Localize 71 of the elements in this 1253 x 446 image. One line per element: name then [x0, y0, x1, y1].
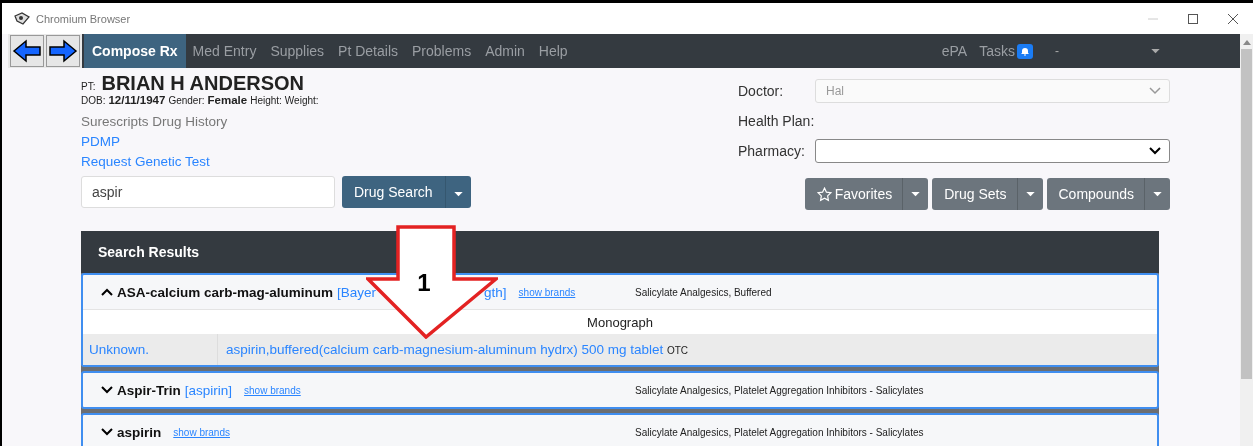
drug-name[interactable]: aspirin [117, 424, 162, 440]
doctor-select[interactable]: Hal [815, 79, 1170, 103]
caret-icon [453, 192, 463, 197]
dropdown-button[interactable] [444, 176, 471, 208]
chevron-up-icon[interactable] [101, 288, 113, 296]
brand-text[interactable]: [Bayer [337, 284, 377, 300]
height-label: Height: [250, 95, 282, 106]
health-plan-label: Health Plan: [738, 113, 815, 129]
status-cell[interactable]: Unknown. [83, 334, 218, 365]
app-icon [14, 11, 30, 26]
window-title: Chromium Browser [36, 12, 131, 25]
chevron-down-icon [1149, 87, 1161, 95]
chevron-down-icon[interactable] [101, 428, 113, 436]
menu-button[interactable]: Drug Sets [932, 178, 1017, 210]
chevron-down-icon [1149, 147, 1161, 155]
otc-tag: OTC [666, 345, 689, 356]
dob-value: 12/11/1947 [108, 94, 166, 106]
gender-label: Gender: [168, 95, 205, 106]
nav-tab[interactable]: Pt Details [331, 34, 405, 68]
drug-class: Salicylate Analgesics, Buffered [635, 286, 772, 298]
user-name: - [1055, 44, 1059, 58]
drug-name[interactable]: ASA-calcium carb-mag-aluminum [117, 284, 334, 300]
dropdown-button[interactable] [1144, 178, 1170, 210]
show-brands-link[interactable]: show brands [173, 426, 230, 438]
search-field[interactable]: aspir [81, 176, 335, 208]
gender-value: Female [207, 94, 248, 106]
menu-button[interactable]: Compounds [1046, 178, 1144, 210]
caret-icon [911, 191, 921, 197]
star-icon [816, 186, 832, 202]
dob-label: DOB: [81, 95, 106, 106]
nav-tab[interactable]: Problems [405, 34, 479, 68]
nav-tab[interactable]: Help [531, 34, 575, 68]
caret-icon [1025, 191, 1035, 197]
patient-name: BRIAN H ANDERSON [101, 72, 305, 95]
caret-icon [1153, 191, 1162, 197]
patient-link[interactable]: PDMP [81, 132, 471, 152]
scroll-up-icon[interactable] [1242, 40, 1251, 45]
nav-tab[interactable]: Compose Rx [84, 34, 186, 68]
show-brands-link[interactable]: show brands [518, 286, 576, 298]
back-button[interactable] [10, 35, 44, 67]
doctor-label: Doctor: [738, 83, 785, 99]
dropdown-button[interactable] [1016, 178, 1043, 210]
pt-label: PT: [81, 81, 96, 92]
pharmacy-label: Pharmacy: [738, 143, 806, 159]
drug-class: Salicylate Analgesics, Platelet Aggregation Inhibitors - Salicylates [635, 384, 924, 396]
monograph-link[interactable]: Monograph [587, 314, 653, 330]
weight-label: Weight: [284, 95, 319, 106]
tasks-link[interactable]: Tasks [973, 43, 1021, 59]
product-link[interactable]: aspirin,buffered(calcium carb-magnesium-aluminum hydrx) 500 mg tablet [226, 342, 664, 357]
nav-tab[interactable]: Med Entry [185, 34, 264, 68]
menu-button[interactable]: Favorites [804, 178, 903, 210]
drug-name[interactable]: Aspir-Trin [117, 382, 181, 398]
brand-text[interactable]: gth] [484, 284, 507, 300]
caret-icon[interactable] [1151, 48, 1160, 54]
brand-text[interactable]: [aspirin] [184, 382, 233, 398]
nav-tab[interactable]: Admin [478, 34, 532, 68]
drug-search-button[interactable]: Drug Search [342, 176, 445, 208]
show-brands-link[interactable]: show brands [244, 384, 301, 396]
scrollbar[interactable] [1240, 34, 1253, 446]
chevron-down-icon[interactable] [101, 386, 113, 394]
epa-link[interactable]: ePA [935, 43, 974, 59]
patient-link[interactable]: Request Genetic Test [81, 152, 471, 172]
close-icon[interactable] [1227, 12, 1239, 25]
results-title: Search Results [98, 244, 200, 260]
bell-icon[interactable] [1017, 43, 1033, 59]
nav-tab[interactable]: Supplies [263, 34, 332, 68]
drug-class: Salicylate Analgesics, Platelet Aggregation Inhibitors - Salicylates [635, 426, 924, 438]
dropdown-button[interactable] [902, 178, 929, 210]
pharmacy-select[interactable] [815, 139, 1170, 163]
maximize-icon[interactable] [1187, 12, 1199, 25]
forward-button[interactable] [46, 35, 80, 67]
